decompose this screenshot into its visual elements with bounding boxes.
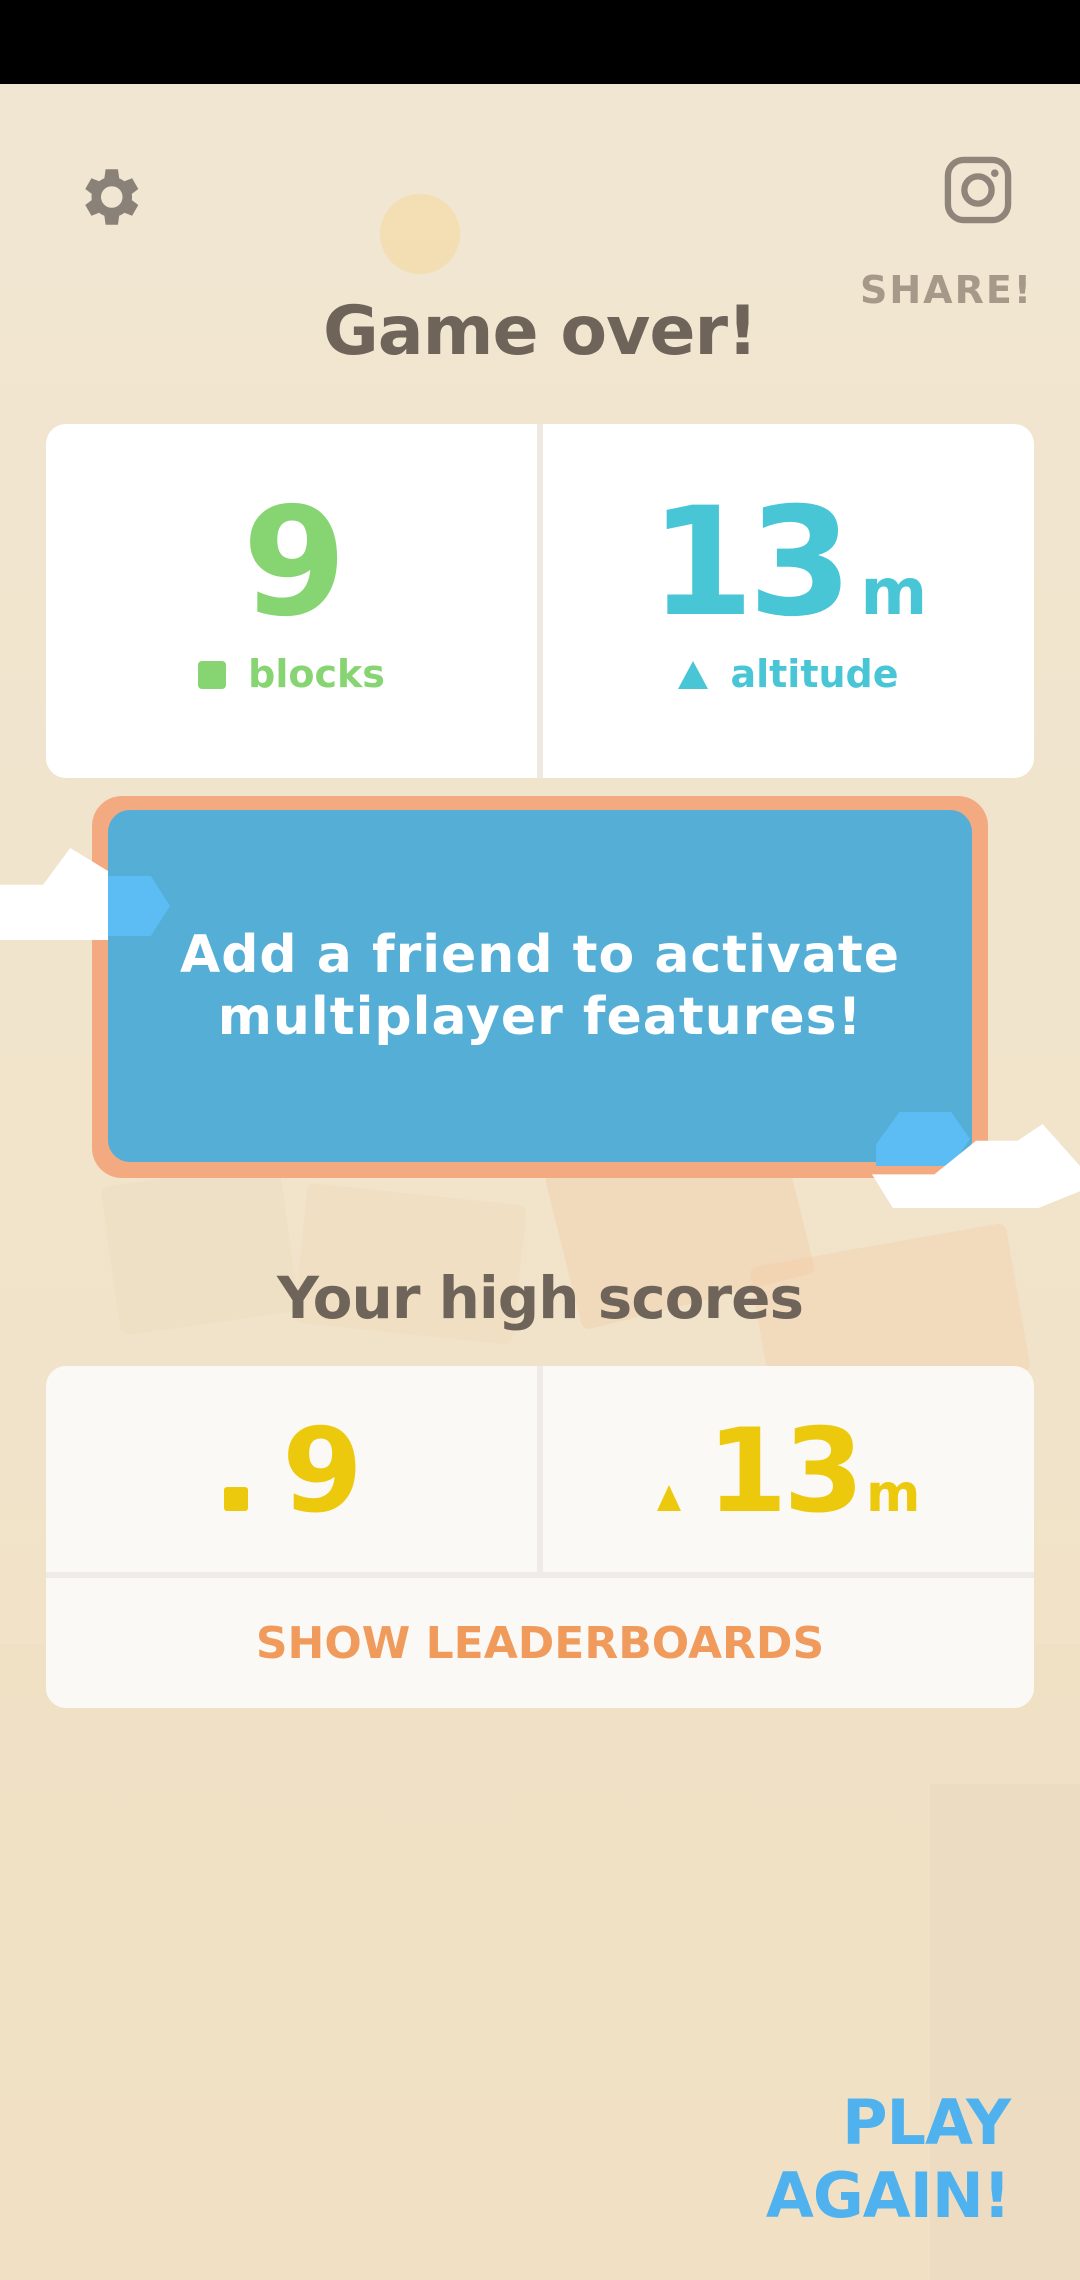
status-bar (0, 0, 1080, 84)
altitude-triangle-icon (656, 1485, 681, 1511)
high-score-altitude: 13 m (543, 1366, 1034, 1572)
settings-gear-icon[interactable] (72, 160, 146, 234)
add-friend-line-2: multiplayer features! (217, 987, 863, 1047)
altitude-value: 13 (649, 476, 853, 650)
altitude-score: 13 m altitude (543, 424, 1034, 778)
block-icon (224, 1487, 249, 1511)
play-again-button[interactable]: PLAY AGAIN! (590, 2086, 1011, 2232)
blocks-label: blocks (248, 652, 385, 696)
high-score-altitude-wrap: 13 m (543, 1414, 1034, 1552)
high-scores-title: Your high scores (277, 1264, 804, 1332)
high-scores-row: 9 13 m (46, 1366, 1034, 1572)
altitude-unit: m (860, 556, 928, 630)
high-score-blocks: 9 (46, 1366, 537, 1572)
high-score-altitude-value: 13 (706, 1404, 864, 1539)
block-icon (198, 661, 227, 689)
altitude-caption: altitude (543, 652, 1034, 696)
altitude-value-wrap: 13 m (543, 488, 1034, 668)
add-friend-banner[interactable]: Add a friend to activate multiplayer fea… (92, 796, 988, 1178)
blocks-value: 9 (242, 476, 346, 650)
show-leaderboards-button[interactable]: SHOW LEADERBOARDS (46, 1578, 1034, 1708)
game-over-title: Game over! (322, 292, 758, 371)
blocks-caption: blocks (46, 652, 537, 696)
altitude-label: altitude (730, 652, 899, 696)
add-friend-line-1: Add a friend to activate (179, 925, 901, 985)
high-score-blocks-value: 9 (282, 1404, 363, 1539)
score-card: 9 blocks 13 m altitude (46, 424, 1034, 778)
high-score-blocks-wrap: 9 (46, 1414, 537, 1530)
high-scores-card: 9 13 m SHOW LEADERBOARDS (46, 1366, 1034, 1708)
high-score-altitude-unit: m (866, 1464, 921, 1524)
altitude-triangle-icon (678, 661, 709, 689)
camera-share-icon[interactable] (940, 152, 1016, 228)
add-friend-message[interactable]: Add a friend to activate multiplayer fea… (108, 810, 972, 1162)
blocks-score: 9 blocks (46, 424, 537, 778)
